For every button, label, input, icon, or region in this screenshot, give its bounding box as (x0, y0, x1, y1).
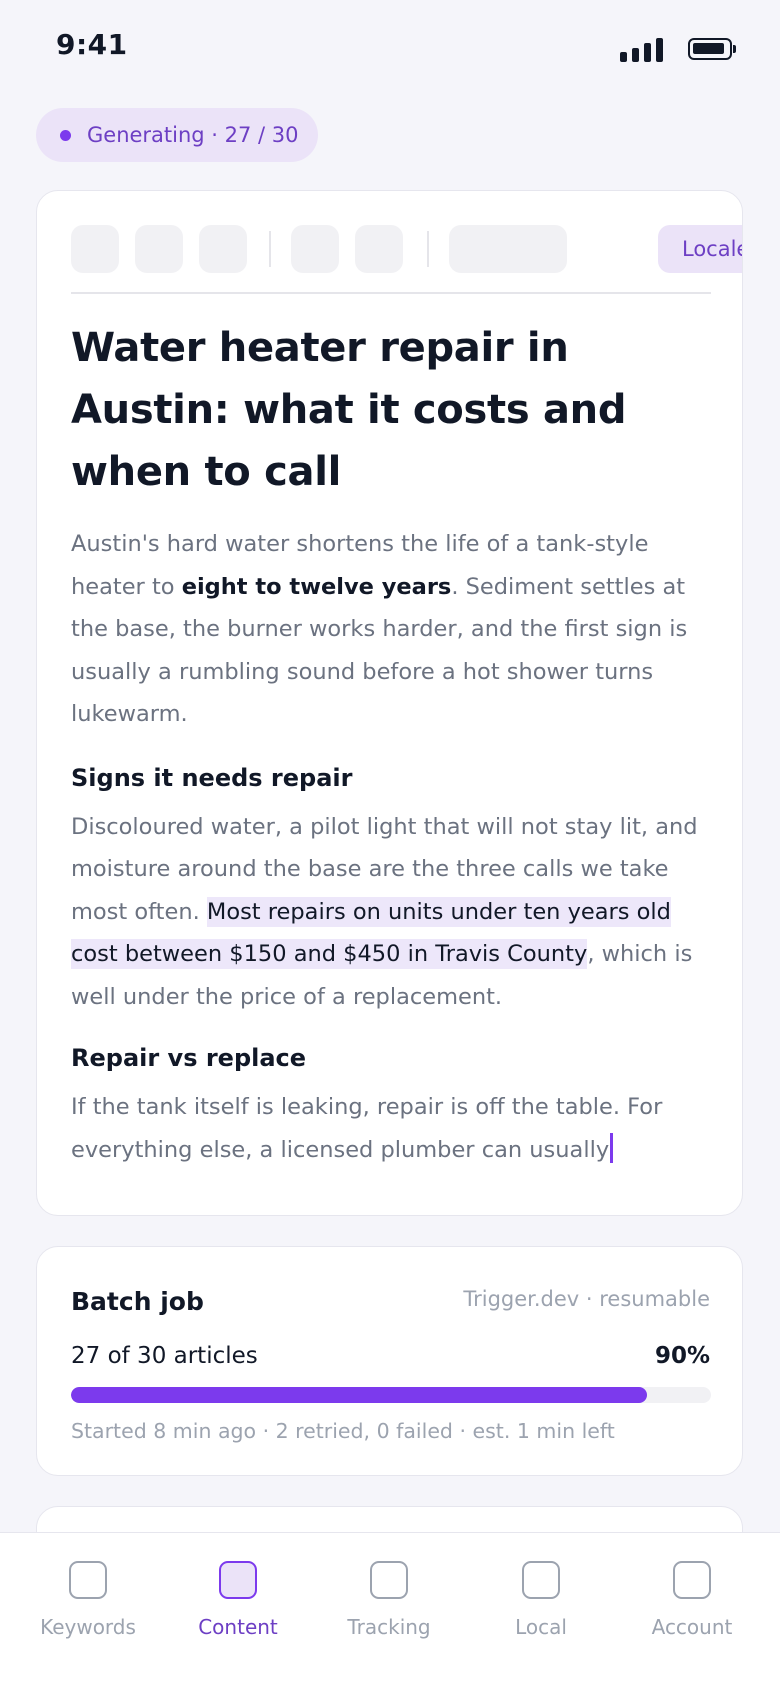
batch-job-count: 27 of 30 articles (71, 1343, 258, 1369)
local-icon (522, 1561, 560, 1599)
article-editor-card: Locale: en Water heater repair in Austin… (36, 190, 743, 1216)
batch-job-percent: 90% (654, 1343, 710, 1369)
generating-dot-icon (60, 129, 71, 141)
bottom-navigation: Keywords Content Tracking Local Account (0, 1532, 780, 1688)
batch-progress-fill (71, 1387, 647, 1403)
generation-status-pill: Generating · 27 / 30 (36, 108, 318, 162)
batch-job-status: Started 8 min ago · 2 retried, 0 failed … (71, 1419, 615, 1443)
cellular-signal-icon (620, 38, 666, 62)
nav-item-account[interactable]: Account (617, 1561, 767, 1639)
toolbar-separator (269, 231, 271, 267)
section-paragraph-repair-vs-replace: If the tank itself is leaking, repair is… (71, 1086, 721, 1171)
toolbar-separator (427, 231, 429, 267)
editor-toolbar: Locale: en (37, 191, 742, 295)
account-icon (673, 1561, 711, 1599)
batch-job-meta: Trigger.dev · resumable (463, 1287, 710, 1311)
intro-bold-text: eight to twelve years (181, 573, 452, 600)
nav-label: Account (651, 1615, 733, 1639)
repair-vs-replace-text: If the tank itself is leaking, repair is… (71, 1094, 663, 1163)
battery-icon (688, 38, 736, 60)
nav-label: Local (515, 1615, 567, 1639)
locale-chip[interactable]: Locale: en (658, 225, 742, 273)
toolbar-button-1[interactable] (71, 225, 119, 273)
section-heading-repair-vs-replace: Repair vs replace (71, 1044, 307, 1072)
nav-label: Content (198, 1615, 278, 1639)
toolbar-button-5[interactable] (355, 225, 403, 273)
generation-status-label: Generating · 27 / 30 (87, 123, 299, 147)
article-content[interactable]: Water heater repair in Austin: what it c… (71, 317, 721, 1171)
nav-item-local[interactable]: Local (466, 1561, 616, 1639)
section-paragraph-signs: Discoloured water, a pilot light that wi… (71, 806, 721, 1019)
toolbar-button-3[interactable] (199, 225, 247, 273)
status-time: 9:41 (56, 28, 128, 61)
text-cursor (610, 1132, 614, 1163)
batch-progress-bar (71, 1387, 711, 1403)
tracking-icon (370, 1561, 408, 1599)
toolbar-button-4[interactable] (291, 225, 339, 273)
keywords-icon (69, 1561, 107, 1599)
content-icon (219, 1561, 257, 1599)
toolbar-divider (71, 292, 711, 294)
toolbar-button-2[interactable] (135, 225, 183, 273)
batch-job-title: Batch job (71, 1287, 204, 1316)
nav-item-content[interactable]: Content (163, 1561, 313, 1639)
nav-item-tracking[interactable]: Tracking (314, 1561, 464, 1639)
nav-label: Tracking (347, 1615, 431, 1639)
section-heading-signs: Signs it needs repair (71, 763, 353, 792)
article-title: Water heater repair in Austin: what it c… (71, 325, 627, 495)
article-intro-paragraph: Austin's hard water shortens the life of… (71, 523, 721, 736)
toolbar-button-6[interactable] (449, 225, 567, 273)
nav-label: Keywords (40, 1615, 136, 1639)
status-bar: 9:41 (0, 0, 780, 96)
batch-job-card: Batch job Trigger.dev · resumable 27 of … (36, 1246, 743, 1476)
nav-item-keywords[interactable]: Keywords (13, 1561, 163, 1639)
